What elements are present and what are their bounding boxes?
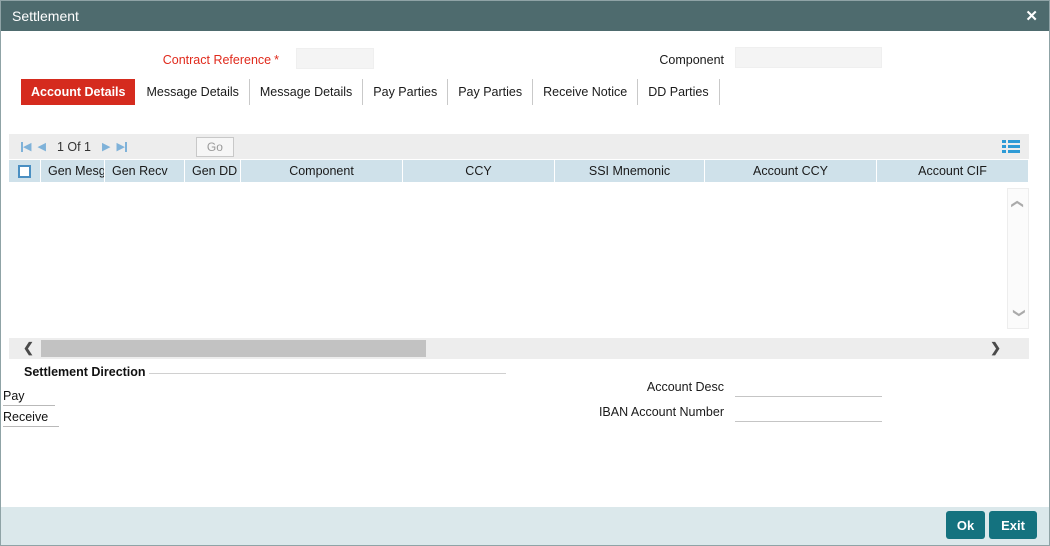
accounts-grid: ◀ ◀ 1 Of 1 ▶ ▶ Go Gen Mesg Gen Recv Gen … xyxy=(9,134,1029,359)
vertical-scrollbar[interactable]: ❮ ❮ xyxy=(1007,188,1029,329)
fieldset-divider xyxy=(149,373,506,374)
tab-bar: Account Details Message Details Message … xyxy=(21,79,720,105)
component-label: Component xyxy=(659,53,724,67)
required-asterisk: * xyxy=(274,53,279,67)
go-button[interactable]: Go xyxy=(195,136,234,157)
next-page-icon[interactable]: ▶ xyxy=(102,140,110,153)
account-desc-label: Account Desc xyxy=(646,380,724,394)
title-bar: Settlement ✕ xyxy=(1,1,1049,31)
header-ccy: CCY xyxy=(403,160,555,182)
footer-bar: Ok Exit xyxy=(1,507,1049,545)
tab-pay-parties-2[interactable]: Pay Parties xyxy=(448,79,534,105)
scroll-up-icon[interactable]: ❮ xyxy=(1011,194,1025,214)
header-ssi-mnemonic: SSI Mnemonic xyxy=(555,160,705,182)
account-desc-input[interactable] xyxy=(735,379,882,397)
settlement-dialog: Settlement ✕ Contract Reference * Compone… xyxy=(0,0,1050,546)
window-title: Settlement xyxy=(12,8,79,24)
tab-pay-parties-1[interactable]: Pay Parties xyxy=(363,79,449,105)
last-page-icon[interactable]: ▶ xyxy=(116,140,127,153)
tab-message-details-2[interactable]: Message Details xyxy=(250,79,364,105)
page-indicator: 1 Of 1 xyxy=(56,139,91,154)
contract-reference-label: Contract Reference * xyxy=(162,53,279,67)
component-field[interactable] xyxy=(735,47,882,68)
pay-option[interactable]: Pay xyxy=(3,389,55,406)
grid-list-icon[interactable] xyxy=(1002,140,1020,153)
header-account-cif: Account CIF xyxy=(877,160,1029,182)
scroll-left-icon[interactable]: ❮ xyxy=(23,340,34,356)
grid-body: ❮ ❮ xyxy=(9,182,1029,331)
header-gen-dd: Gen DD xyxy=(185,160,241,182)
ok-button[interactable]: Ok xyxy=(946,511,985,539)
tab-dd-parties[interactable]: DD Parties xyxy=(638,79,720,105)
previous-page-icon[interactable]: ◀ xyxy=(37,140,45,153)
receive-option[interactable]: Receive xyxy=(3,410,59,427)
contract-reference-field[interactable] xyxy=(296,48,374,69)
scroll-right-icon[interactable]: ❯ xyxy=(990,340,1001,356)
tab-receive-notice[interactable]: Receive Notice xyxy=(533,79,639,105)
close-icon[interactable]: ✕ xyxy=(1025,9,1038,24)
tab-message-details-1[interactable]: Message Details xyxy=(136,79,250,105)
header-gen-mesg: Gen Mesg xyxy=(41,160,105,182)
tab-account-details[interactable]: Account Details xyxy=(21,79,136,105)
header-component: Component xyxy=(241,160,403,182)
grid-pager: ◀ ◀ 1 Of 1 ▶ ▶ Go xyxy=(9,134,1029,159)
grid-header-row: Gen Mesg Gen Recv Gen DD Component CCY S… xyxy=(9,160,1029,182)
select-all-checkbox[interactable] xyxy=(18,164,31,178)
header-account-ccy: Account CCY xyxy=(705,160,877,182)
horizontal-scroll-thumb[interactable] xyxy=(41,340,426,357)
settlement-direction-legend: Settlement Direction xyxy=(24,365,146,379)
iban-account-number-label: IBAN Account Number xyxy=(598,405,724,419)
horizontal-scrollbar[interactable]: ❮ ❯ xyxy=(9,338,1029,359)
header-checkbox-cell xyxy=(9,160,41,182)
first-page-icon[interactable]: ◀ xyxy=(21,140,31,153)
iban-account-number-input[interactable] xyxy=(735,404,882,422)
header-gen-recv: Gen Recv xyxy=(105,160,185,182)
exit-button[interactable]: Exit xyxy=(989,511,1037,539)
scroll-down-icon[interactable]: ❮ xyxy=(1011,303,1025,323)
